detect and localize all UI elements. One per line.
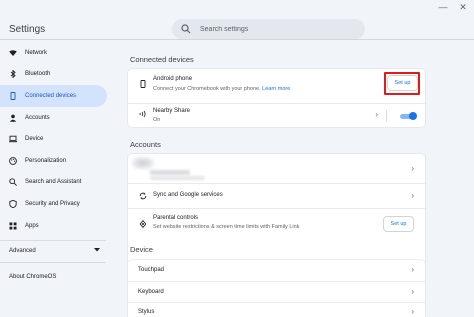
search-icon [9,178,17,187]
touchpad-row[interactable]: Touchpad › [128,260,425,281]
section-title-connected-devices: Connected devices [130,55,194,64]
device-card: Touchpad › Keyboard › Stylus › [128,260,425,317]
search-input[interactable] [200,22,350,36]
sidebar-item-bluetooth[interactable]: Bluetooth [0,64,107,86]
apps-grid-icon [9,222,17,230]
sidebar-item-label: About ChromeOS [9,274,57,281]
parental-controls-row: Parental controls Set website restrictio… [128,208,425,239]
sidebar-item-label: Security and Privacy [25,200,80,207]
palette-icon [9,156,17,165]
toggle-knob [409,112,417,120]
chevron-right-icon: › [411,287,414,296]
parental-controls-icon [139,219,147,229]
touchpad-label: Touchpad [138,267,165,273]
parental-controls-title: Parental controls [153,215,199,221]
nearby-share-toggle[interactable] [400,112,417,120]
sidebar-item-label: Bluetooth [25,71,51,78]
close-button[interactable]: ✕ [456,0,470,14]
android-phone-setup-button[interactable]: Set up [387,75,418,91]
sidebar-item-label: Personalization [25,157,67,164]
android-phone-subtitle: Connect your Chromebook with your phone.… [153,86,290,92]
sidebar-item-search-and-assistant[interactable]: Search and Assistant [0,172,107,194]
nearby-share-title: Nearby Share [153,108,191,114]
sync-icon [139,192,147,200]
section-title-device: Device [130,245,153,254]
android-phone-title: Android phone [153,76,193,82]
app-title: Settings [9,24,46,35]
account-row[interactable]: › [128,154,425,183]
sidebar-item-apps[interactable]: Apps [0,215,107,237]
avatar [132,157,154,169]
stylus-row[interactable]: Stylus › [128,302,425,317]
sidebar-item-connected-devices[interactable]: Connected devices [0,85,107,107]
sidebar-item-label: Accounts [25,114,50,121]
parental-controls-subtitle: Set website restrictions & screen time l… [153,224,300,230]
sidebar-item-label: Device [25,136,44,143]
chevron-right-icon: › [411,191,414,200]
title-bar: Settings — ✕ [0,0,474,40]
keyboard-label: Keyboard [138,289,164,295]
section-title-accounts: Accounts [130,140,161,149]
row-divider [386,110,387,122]
sidebar-advanced-toggle[interactable]: Advanced [0,241,107,261]
sidebar-item-security-and-privacy[interactable]: Security and Privacy [0,193,107,215]
sidebar-item-accounts[interactable]: Accounts [0,107,107,129]
search-box[interactable] [172,19,365,39]
sidebar-item-about[interactable]: About ChromeOS [0,268,112,286]
shield-icon [9,199,17,208]
android-phone-description: Connect your Chromebook with your phone. [153,86,261,92]
bluetooth-icon [9,70,17,79]
stylus-label: Stylus [138,309,155,315]
sidebar-item-label: Search and Assistant [25,179,82,186]
sidebar-item-personalization[interactable]: Personalization [0,150,107,172]
chevron-right-icon: › [411,164,414,173]
laptop-icon [9,135,17,143]
nearby-share-row[interactable]: Nearby Share On › [128,103,425,127]
account-name-redacted [150,170,190,175]
learn-more-link[interactable]: Learn more [262,86,290,92]
sync-title: Sync and Google services [153,192,223,198]
keyboard-row[interactable]: Keyboard › [128,281,425,302]
minimize-button[interactable]: — [436,0,450,14]
phone-icon [9,92,17,100]
sidebar-item-network[interactable]: Network [0,42,107,64]
person-icon [9,114,17,122]
search-icon [181,24,191,34]
sync-row[interactable]: Sync and Google services › [128,183,425,208]
sidebar: Network Bluetooth Connected devices Acco… [0,42,112,286]
sidebar-item-label: Network [25,49,48,56]
chevron-right-icon: › [375,110,378,119]
sidebar-divider [0,262,106,264]
account-email-redacted [150,176,205,180]
sidebar-advanced-label: Advanced [9,248,36,255]
chevron-right-icon: › [411,307,414,316]
chevron-right-icon: › [411,265,414,274]
connected-devices-card: Android phone Connect your Chromebook wi… [128,69,425,127]
parental-controls-setup-button[interactable]: Set up [383,216,414,232]
android-phone-row: Android phone Connect your Chromebook wi… [128,69,425,103]
phone-icon [139,80,147,88]
wifi-icon [9,49,17,57]
nearby-share-icon [139,110,147,118]
chevron-down-icon [94,248,100,254]
sidebar-item-label: Apps [25,222,39,229]
sidebar-item-label: Connected devices [25,92,77,99]
sidebar-item-device[interactable]: Device [0,128,107,150]
nearby-share-status: On [153,117,161,123]
